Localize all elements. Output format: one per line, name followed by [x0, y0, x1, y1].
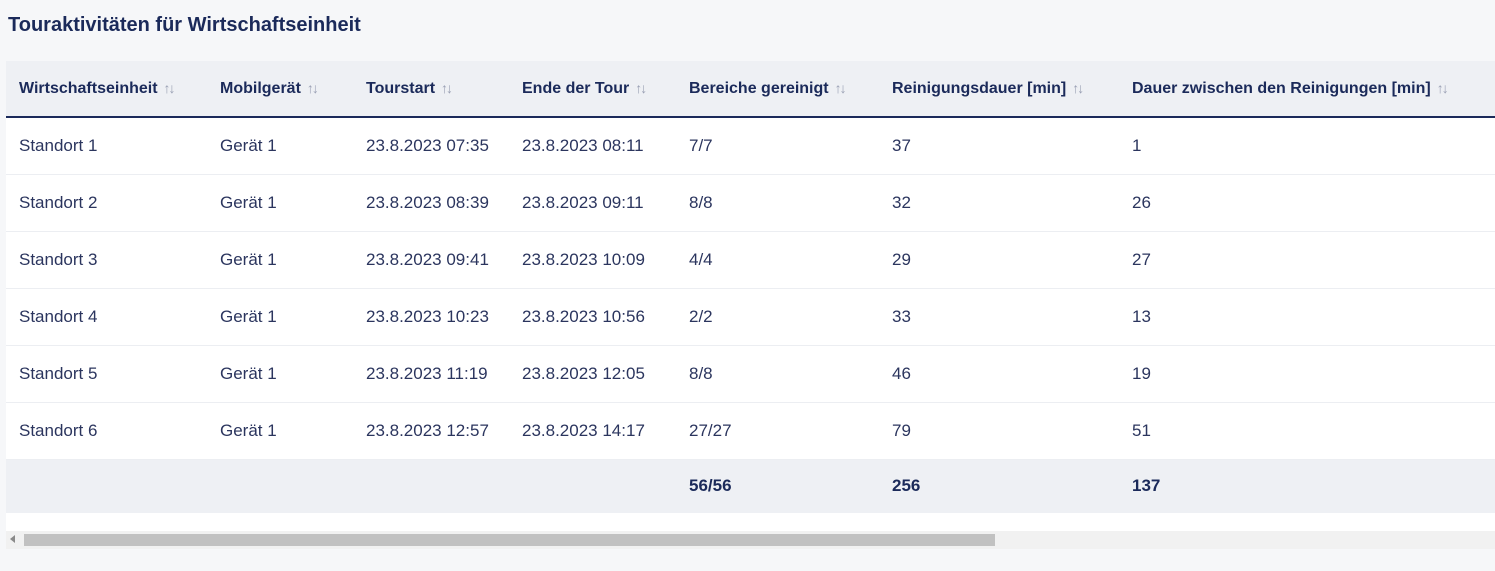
cell-ende-der-tour: 23.8.2023 08:11 — [522, 135, 644, 155]
total-dauer-zwischen-reinigungen: 137 — [1132, 476, 1161, 496]
column-header-label: Reinigungsdauer [min] — [892, 79, 1067, 97]
cell-ende-der-tour: 23.8.2023 14:17 — [522, 420, 645, 440]
cell-tourstart: 23.8.2023 10:23 — [366, 306, 489, 326]
sort-icon[interactable]: ↑↓ — [1072, 80, 1084, 96]
cell-wirtschaftseinheit: Standort 3 — [19, 249, 98, 269]
tour-activity-table-container: Wirtschaftseinheit ↑↓ Mobilgerät ↑↓ Tourst… — [6, 61, 1495, 531]
table-row: Standort 2 Gerät 1 23.8.2023 08:39 23.8.… — [6, 174, 1495, 231]
cell-tourstart: 23.8.2023 08:39 — [366, 192, 489, 212]
column-header-mobilgeraet[interactable]: Mobilgerät ↑↓ — [207, 61, 353, 118]
sort-icon[interactable]: ↑↓ — [635, 80, 647, 96]
column-header-bereiche-gereinigt[interactable]: Bereiche gereinigt ↑↓ — [676, 61, 879, 118]
cell-dauer-zwischen-reinigungen: 27 — [1132, 249, 1151, 269]
cell-dauer-zwischen-reinigungen: 19 — [1132, 363, 1151, 383]
cell-ende-der-tour: 23.8.2023 12:05 — [522, 363, 645, 383]
cell-dauer-zwischen-reinigungen: 51 — [1132, 420, 1151, 440]
cell-wirtschaftseinheit: Standort 2 — [19, 192, 98, 212]
cell-mobilgeraet: Gerät 1 — [220, 306, 277, 326]
cell-ende-der-tour: 23.8.2023 10:09 — [522, 249, 645, 269]
cell-wirtschaftseinheit: Standort 4 — [19, 306, 98, 326]
cell-bereiche-gereinigt: 7/7 — [689, 135, 713, 155]
total-mobilgeraet — [207, 459, 353, 513]
cell-wirtschaftseinheit: Standort 1 — [19, 135, 98, 155]
cell-ende-der-tour: 23.8.2023 09:11 — [522, 192, 644, 212]
sort-icon[interactable]: ↑↓ — [1437, 80, 1449, 96]
column-header-label: Dauer zwischen den Reinigungen [min] — [1132, 79, 1431, 97]
cell-dauer-zwischen-reinigungen: 13 — [1132, 306, 1151, 326]
cell-dauer-zwischen-reinigungen: 26 — [1132, 192, 1151, 212]
cell-mobilgeraet: Gerät 1 — [220, 420, 277, 440]
cell-wirtschaftseinheit: Standort 6 — [19, 420, 98, 440]
sort-icon[interactable]: ↑↓ — [164, 80, 176, 96]
cell-dauer-zwischen-reinigungen: 1 — [1132, 135, 1142, 155]
cell-reinigungsdauer: 46 — [892, 363, 911, 383]
column-header-ende-der-tour[interactable]: Ende der Tour ↑↓ — [509, 61, 676, 118]
total-wirtschaftseinheit — [6, 459, 207, 513]
cell-ende-der-tour: 23.8.2023 10:56 — [522, 306, 645, 326]
column-header-tourstart[interactable]: Tourstart ↑↓ — [353, 61, 509, 118]
table-header-row: Wirtschaftseinheit ↑↓ Mobilgerät ↑↓ Tourst… — [6, 61, 1495, 118]
cell-mobilgeraet: Gerät 1 — [220, 363, 277, 383]
cell-tourstart: 23.8.2023 11:19 — [366, 363, 488, 383]
column-header-label: Ende der Tour — [522, 79, 630, 97]
sort-icon[interactable]: ↑↓ — [441, 80, 453, 96]
column-header-reinigungsdauer[interactable]: Reinigungsdauer [min] ↑↓ — [879, 61, 1119, 118]
column-header-label: Mobilgerät — [220, 79, 301, 97]
cell-tourstart: 23.8.2023 07:35 — [366, 135, 489, 155]
cell-reinigungsdauer: 79 — [892, 420, 911, 440]
total-tourstart — [353, 459, 509, 513]
page-title: Touraktivitäten für Wirtschaftseinheit — [8, 14, 361, 36]
column-header-wirtschaftseinheit[interactable]: Wirtschaftseinheit ↑↓ — [6, 61, 207, 118]
cell-wirtschaftseinheit: Standort 5 — [19, 363, 98, 383]
cell-reinigungsdauer: 29 — [892, 249, 911, 269]
column-header-label: Tourstart — [366, 79, 436, 97]
column-header-dauer-zwischen-reinigungen[interactable]: Dauer zwischen den Reinigungen [min] ↑↓ — [1119, 61, 1495, 118]
table-row: Standort 3 Gerät 1 23.8.2023 09:41 23.8.… — [6, 231, 1495, 288]
table-row: Standort 6 Gerät 1 23.8.2023 12:57 23.8.… — [6, 402, 1495, 459]
cell-reinigungsdauer: 37 — [892, 135, 911, 155]
total-bereiche-gereinigt: 56/56 — [689, 476, 732, 496]
table-totals-row: 56/56 256 137 — [6, 459, 1495, 513]
cell-tourstart: 23.8.2023 09:41 — [366, 249, 489, 269]
cell-bereiche-gereinigt: 27/27 — [689, 420, 732, 440]
table-row: Standort 5 Gerät 1 23.8.2023 11:19 23.8.… — [6, 345, 1495, 402]
total-ende-der-tour — [509, 459, 676, 513]
scrollbar-thumb[interactable] — [24, 534, 995, 546]
cell-mobilgeraet: Gerät 1 — [220, 192, 277, 212]
cell-mobilgeraet: Gerät 1 — [220, 135, 277, 155]
cell-bereiche-gereinigt: 4/4 — [689, 249, 713, 269]
cell-mobilgeraet: Gerät 1 — [220, 249, 277, 269]
sort-icon[interactable]: ↑↓ — [835, 80, 847, 96]
cell-bereiche-gereinigt: 2/2 — [689, 306, 713, 326]
cell-reinigungsdauer: 33 — [892, 306, 911, 326]
cell-tourstart: 23.8.2023 12:57 — [366, 420, 489, 440]
cell-bereiche-gereinigt: 8/8 — [689, 192, 713, 212]
table-row: Standort 1 Gerät 1 23.8.2023 07:35 23.8.… — [6, 117, 1495, 174]
tour-activity-table: Wirtschaftseinheit ↑↓ Mobilgerät ↑↓ Tourst… — [6, 61, 1495, 513]
scroll-left-arrow-icon[interactable] — [10, 535, 15, 543]
table-row: Standort 4 Gerät 1 23.8.2023 10:23 23.8.… — [6, 288, 1495, 345]
column-header-label: Wirtschaftseinheit — [19, 79, 158, 97]
total-reinigungsdauer: 256 — [892, 476, 921, 496]
sort-icon[interactable]: ↑↓ — [307, 80, 319, 96]
column-header-label: Bereiche gereinigt — [689, 79, 829, 97]
cell-reinigungsdauer: 32 — [892, 192, 911, 212]
cell-bereiche-gereinigt: 8/8 — [689, 363, 713, 383]
horizontal-scrollbar[interactable] — [6, 531, 1495, 549]
